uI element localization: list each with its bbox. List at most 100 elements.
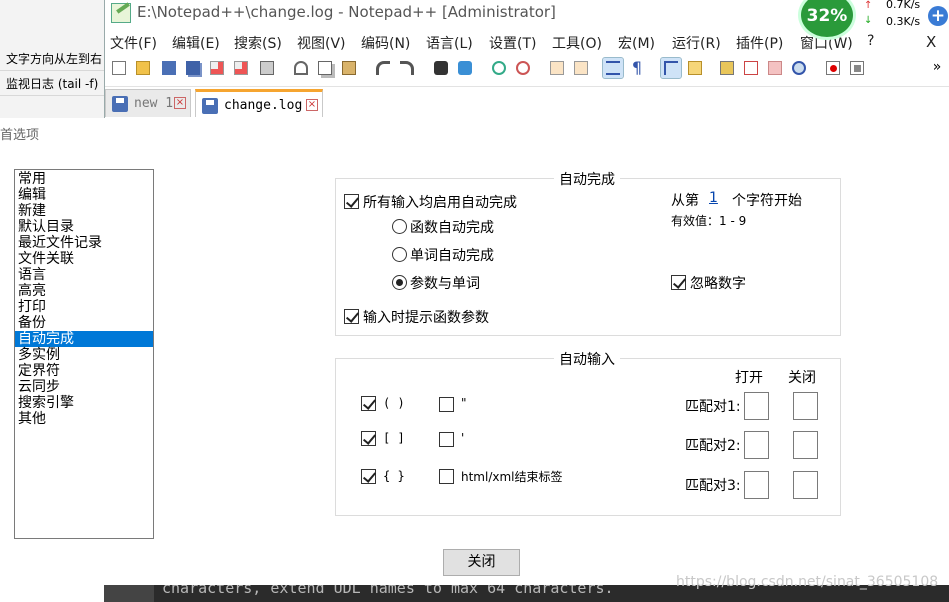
monitoring-icon[interactable]	[789, 58, 809, 78]
background-menu-item-tail-log[interactable]: 监视日志 (tail -f)	[0, 69, 104, 96]
tab-change-log[interactable]: change.log ×	[195, 89, 323, 117]
pair3-label: 匹配对3:	[685, 478, 741, 494]
paren-checkbox[interactable]	[361, 396, 376, 411]
background-menu-item-text-direction[interactable]: 文字方向从左到右	[0, 44, 104, 71]
close-file-icon[interactable]	[207, 58, 227, 78]
enable-autocomplete-checkbox[interactable]	[344, 194, 359, 209]
category-general[interactable]: 常用	[15, 171, 153, 187]
menu-encoding[interactable]: 编码(N)	[361, 33, 410, 53]
function-list-icon[interactable]	[717, 58, 737, 78]
category-backup[interactable]: 备份	[15, 315, 153, 331]
bracket-label: [ ]	[383, 431, 405, 445]
menu-tools[interactable]: 工具(O)	[552, 33, 602, 53]
category-file-assoc[interactable]: 文件关联	[15, 251, 153, 267]
stop-macro-icon[interactable]	[847, 58, 867, 78]
new-file-icon[interactable]	[109, 58, 129, 78]
single-quote-checkbox[interactable]	[439, 432, 454, 447]
pair3-close-input[interactable]	[793, 471, 818, 499]
save-icon[interactable]	[159, 58, 179, 78]
radio-function-and-word[interactable]	[392, 275, 407, 290]
doc-map-icon[interactable]	[685, 58, 705, 78]
redo-icon[interactable]	[397, 58, 417, 78]
category-language[interactable]: 语言	[15, 267, 153, 283]
paste-icon[interactable]	[339, 58, 359, 78]
copy-icon[interactable]	[315, 58, 335, 78]
cpu-usage-gauge[interactable]: 32%	[798, 0, 856, 40]
double-quote-checkbox[interactable]	[439, 397, 454, 412]
menu-macro[interactable]: 宏(M)	[618, 33, 655, 53]
indent-guide-icon[interactable]	[660, 57, 682, 79]
radio-word-completion[interactable]	[392, 247, 407, 262]
ignore-numbers-label: 忽略数字	[690, 276, 746, 292]
menu-view[interactable]: 视图(V)	[297, 33, 346, 53]
menu-search[interactable]: 搜索(S)	[234, 33, 282, 53]
from-char-prefix: 从第	[671, 193, 699, 209]
from-char-value-link[interactable]: 1	[709, 190, 718, 206]
download-arrow-icon: ↓	[864, 15, 873, 26]
from-char-suffix: 个字符开始	[732, 193, 802, 209]
doc-list-icon[interactable]	[765, 58, 785, 78]
menu-settings[interactable]: 设置(T)	[489, 33, 536, 53]
radio-function-label: 函数自动完成	[410, 220, 494, 236]
tab-close-icon[interactable]: ×	[174, 97, 186, 109]
open-file-icon[interactable]	[133, 58, 153, 78]
bracket-checkbox[interactable]	[361, 431, 376, 446]
category-autocompletion[interactable]: 自动完成	[15, 331, 153, 347]
sync-vertical-icon[interactable]	[547, 58, 567, 78]
category-multi-instance[interactable]: 多实例	[15, 347, 153, 363]
close-button[interactable]: 关闭	[443, 549, 520, 576]
category-cloud[interactable]: 云同步	[15, 379, 153, 395]
category-recent-files[interactable]: 最近文件记录	[15, 235, 153, 251]
find-icon[interactable]	[431, 58, 451, 78]
tab-new-1[interactable]: new 1 ×	[105, 89, 191, 117]
category-list[interactable]: 常用 编辑 新建 默认目录 最近文件记录 文件关联 语言 高亮 打印 备份 自动…	[14, 169, 154, 539]
category-delimiter[interactable]: 定界符	[15, 363, 153, 379]
line-number-gutter	[104, 585, 154, 602]
ignore-numbers-checkbox[interactable]	[671, 275, 686, 290]
category-search-engine[interactable]: 搜索引擎	[15, 395, 153, 411]
unsaved-file-icon	[112, 96, 128, 112]
toolbar-overflow-chevron-icon[interactable]: »	[927, 58, 947, 78]
pair1-open-input[interactable]	[744, 392, 769, 420]
zoom-in-icon[interactable]	[489, 58, 509, 78]
cut-icon[interactable]	[291, 58, 311, 78]
menu-file[interactable]: 文件(F)	[110, 33, 157, 53]
category-editing[interactable]: 编辑	[15, 187, 153, 203]
param-hint-checkbox[interactable]	[344, 309, 359, 324]
category-default-dir[interactable]: 默认目录	[15, 219, 153, 235]
menu-plugins[interactable]: 插件(P)	[736, 33, 783, 53]
tab-label: new 1	[134, 96, 174, 111]
pair3-open-input[interactable]	[744, 471, 769, 499]
category-print[interactable]: 打印	[15, 299, 153, 315]
pair1-label: 匹配对1:	[685, 399, 741, 415]
sync-horizontal-icon[interactable]	[571, 58, 591, 78]
pair2-open-input[interactable]	[744, 431, 769, 459]
category-new-document[interactable]: 新建	[15, 203, 153, 219]
html-close-tag-checkbox[interactable]	[439, 469, 454, 484]
radio-word-label: 单词自动完成	[410, 248, 494, 264]
category-misc[interactable]: 其他	[15, 411, 153, 427]
pair1-close-input[interactable]	[793, 392, 818, 420]
save-all-icon[interactable]	[183, 58, 203, 78]
word-wrap-icon[interactable]	[602, 57, 624, 79]
menu-edit[interactable]: 编辑(E)	[172, 33, 220, 53]
pair2-close-input[interactable]	[793, 431, 818, 459]
brace-checkbox[interactable]	[361, 469, 376, 484]
valid-range-text: 有效值：1 - 9	[671, 214, 747, 228]
folder-workspace-icon[interactable]	[741, 58, 761, 78]
menu-run[interactable]: 运行(R)	[672, 33, 721, 53]
tab-close-icon[interactable]: ×	[306, 99, 318, 111]
undo-icon[interactable]	[373, 58, 393, 78]
toolbar: ¶ »	[105, 54, 949, 84]
close-all-icon[interactable]	[231, 58, 251, 78]
plus-icon[interactable]: +	[928, 6, 948, 26]
menu-language[interactable]: 语言(L)	[426, 33, 473, 53]
print-icon[interactable]	[257, 58, 277, 78]
category-highlighting[interactable]: 高亮	[15, 283, 153, 299]
radio-function-completion[interactable]	[392, 219, 407, 234]
replace-icon[interactable]	[455, 58, 475, 78]
show-all-chars-icon[interactable]: ¶	[627, 58, 647, 78]
upload-arrow-icon: ↑	[864, 0, 873, 11]
record-macro-icon[interactable]	[823, 58, 843, 78]
zoom-out-icon[interactable]	[513, 58, 533, 78]
